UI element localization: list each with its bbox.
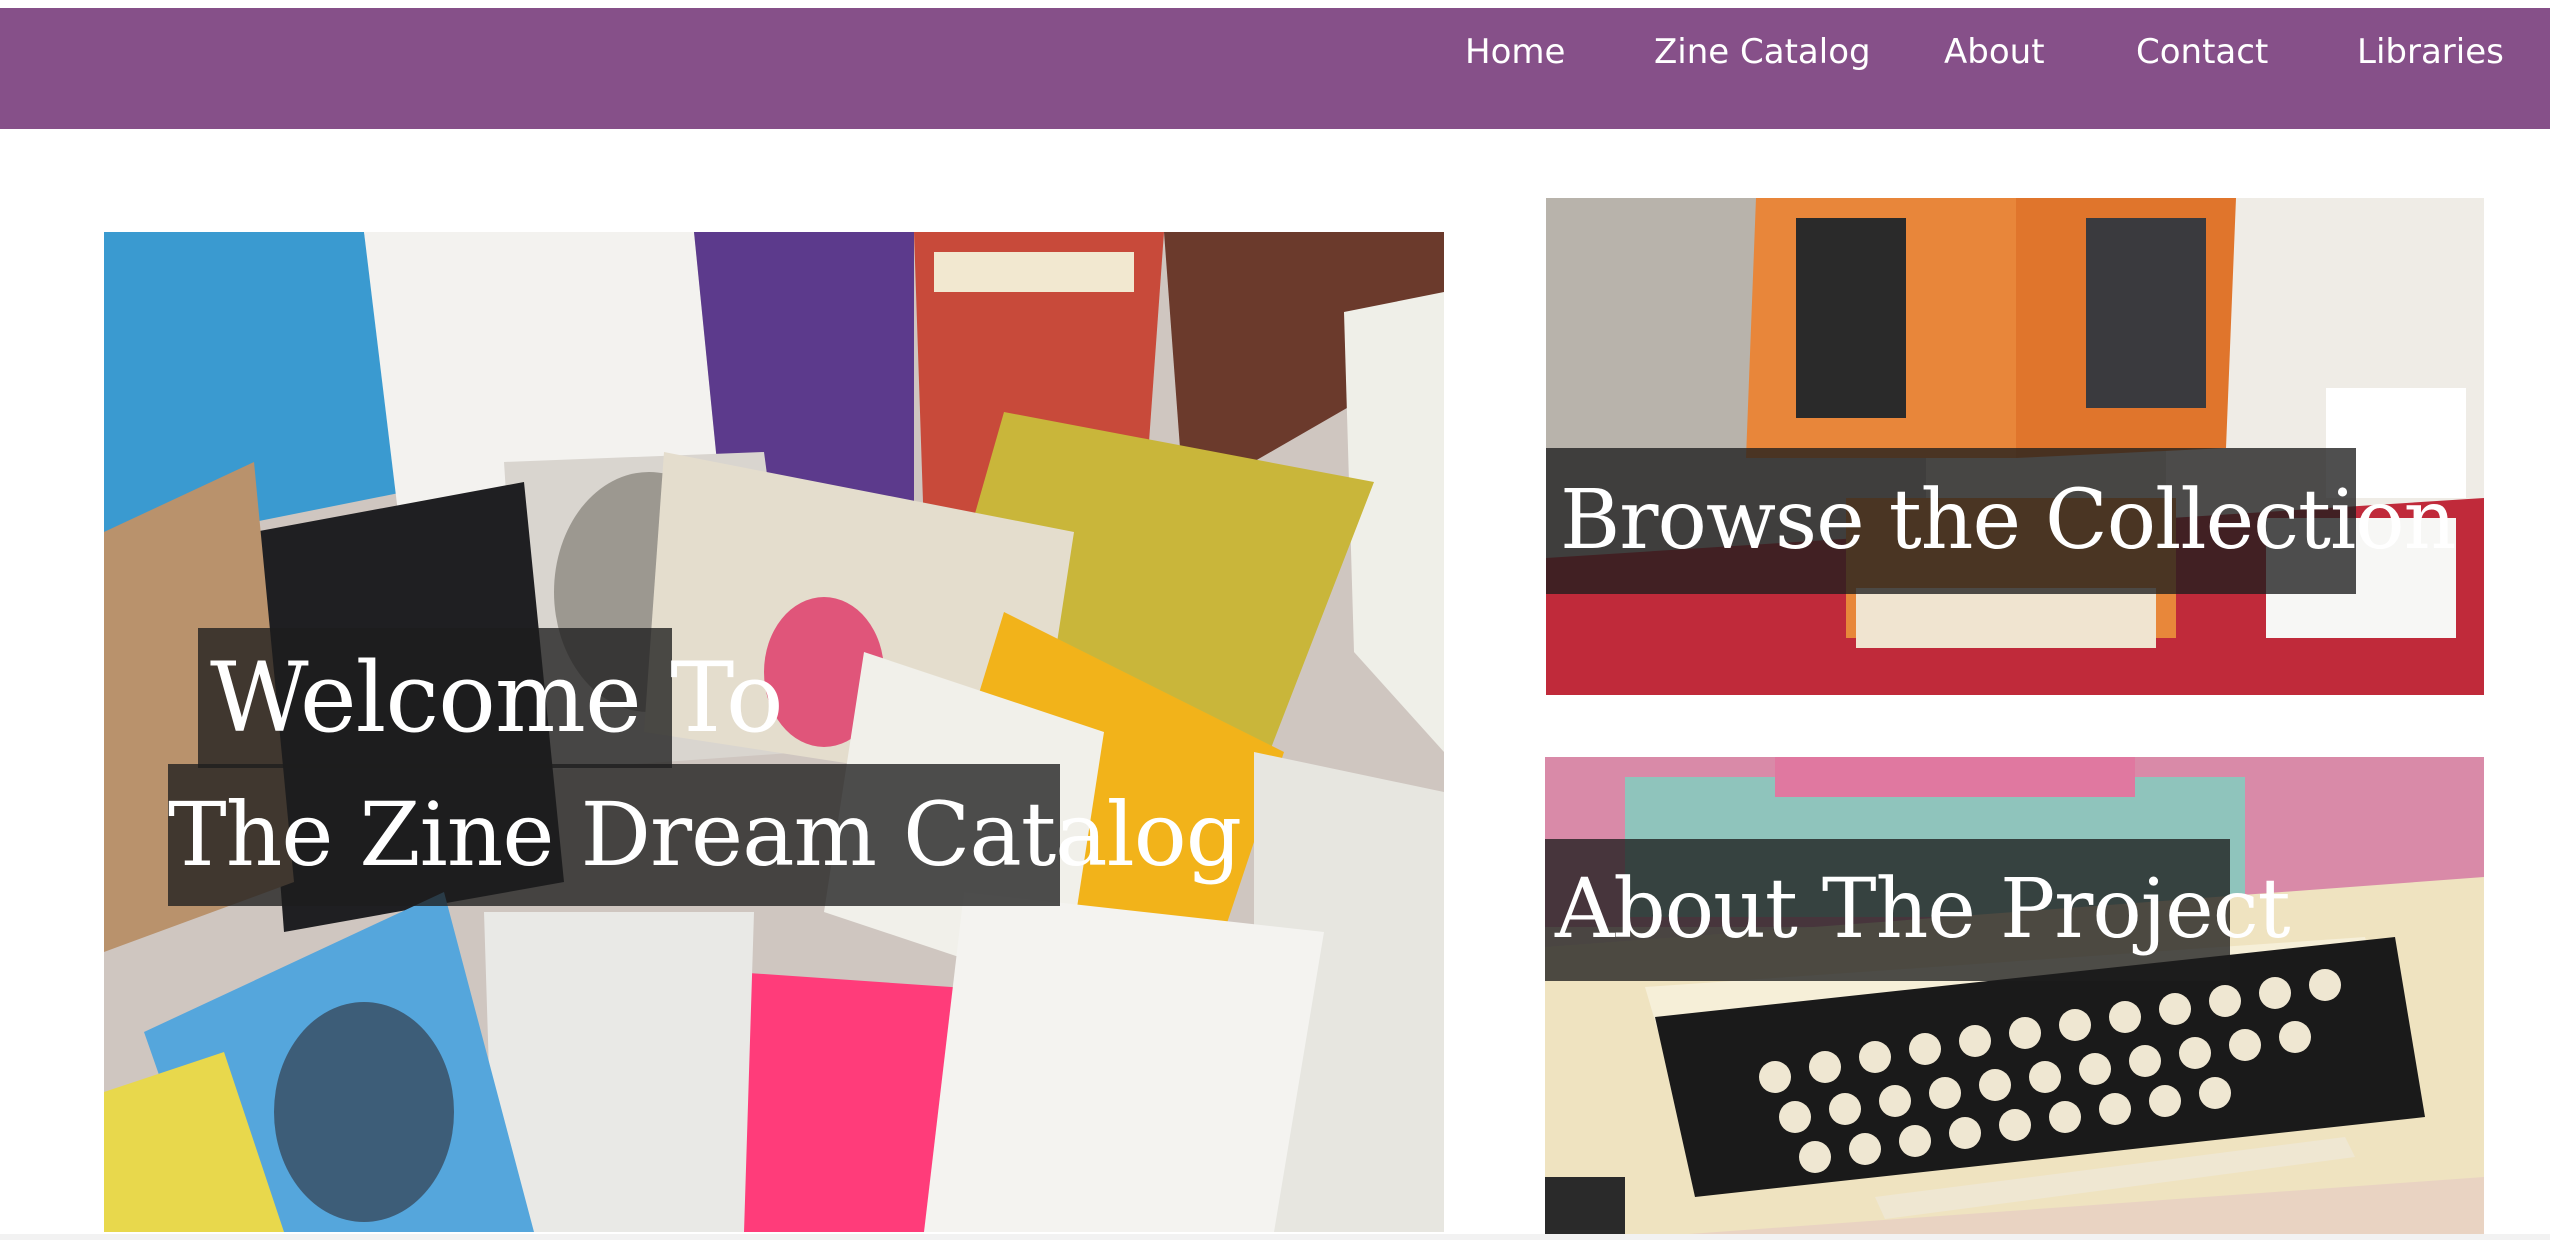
browse-collection-label: Browse the Collection: [1546, 448, 2456, 594]
horizontal-scrollbar[interactable]: [0, 1234, 2550, 1240]
hero-zine-collage[interactable]: Welcome To The Zine Dream Catalog: [104, 232, 1444, 1232]
hero-title-line2: The Zine Dream Catalog: [168, 764, 1242, 906]
hero-title-line1: Welcome To: [198, 628, 784, 768]
nav-zine-catalog-link[interactable]: Zine Catalog: [1654, 8, 1871, 96]
about-project-tile[interactable]: About The Project: [1545, 757, 2484, 1240]
top-strip: [0, 0, 2550, 8]
about-project-label: About The Project: [1545, 839, 2291, 981]
browse-collection-tile[interactable]: Browse the Collection: [1546, 198, 2484, 695]
zine-rack-image: [1546, 198, 2484, 695]
nav-about-link[interactable]: About: [1944, 8, 2045, 96]
typewriter-image: [1545, 757, 2484, 1240]
nav-contact-link[interactable]: Contact: [2136, 8, 2268, 96]
nav-libraries-link[interactable]: Libraries: [2357, 8, 2504, 96]
nav-home-link[interactable]: Home: [1465, 8, 1565, 96]
main-navigation: Home Zine Catalog About Contact Librarie…: [0, 8, 2550, 129]
